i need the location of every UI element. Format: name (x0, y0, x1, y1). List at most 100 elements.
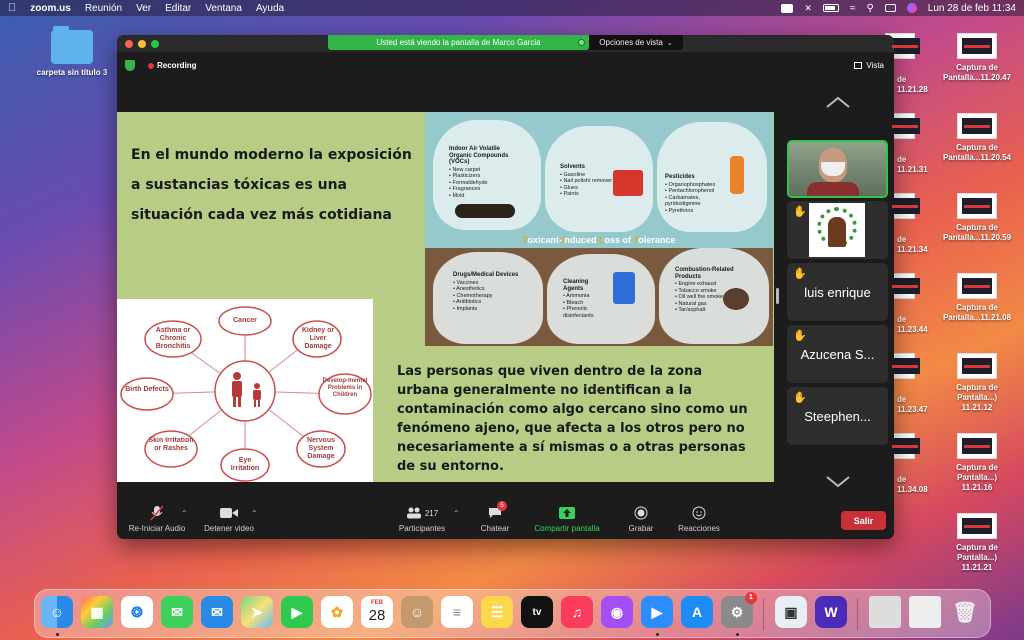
close-window-button[interactable] (125, 40, 133, 48)
chat-button[interactable]: 5 Chatear (475, 501, 515, 533)
scroll-down-arrow-icon[interactable] (825, 475, 851, 489)
participants-options-caret-icon[interactable]: ⌃ (453, 509, 460, 518)
recording-icon (148, 63, 154, 69)
menu-ver[interactable]: Ver (136, 3, 151, 14)
maximize-window-button[interactable] (151, 40, 159, 48)
participant-tile[interactable]: ✋ (787, 201, 888, 259)
partial-file-label: de 11.34.08 (897, 475, 928, 495)
desktop-screenshot-file[interactable]: Captura de Pantalla...) 11.21.21 (942, 513, 1012, 573)
music-icon[interactable]: ♫ (561, 596, 593, 628)
panel-resize-handle[interactable] (776, 288, 779, 304)
share-screen-label: Compartir pantalla (534, 524, 600, 533)
scroll-up-arrow-icon[interactable] (825, 95, 851, 109)
menu-ayuda[interactable]: Ayuda (256, 3, 284, 14)
preview-icon[interactable]: ▣ (775, 596, 807, 628)
title-part: nduced (564, 235, 599, 245)
bag-item: • Bleach (563, 299, 584, 306)
spotlight-search-icon[interactable]: ⚲ (866, 3, 873, 14)
bag-item: • Tar/asphalt (675, 307, 706, 313)
menu-ventana[interactable]: Ventana (205, 3, 242, 14)
battery-icon[interactable] (822, 4, 839, 12)
partial-line2: 11.23.47 (897, 405, 928, 414)
zoom-status-icon[interactable] (781, 3, 794, 13)
leave-meeting-button[interactable]: Salir (841, 511, 886, 530)
recording-label[interactable]: Recording (157, 61, 197, 70)
wifi-icon[interactable]: ≈ (850, 3, 856, 14)
facetime-icon[interactable]: ▶ (281, 596, 313, 628)
zoom-app-icon[interactable]: ▶ (641, 596, 673, 628)
desktop-screenshot-file[interactable]: Captura de Pantalla...11.20.54 (942, 113, 1012, 163)
audio-options-caret-icon[interactable]: ⌃ (181, 509, 188, 518)
desktop-screenshot-file[interactable]: Captura de Pantalla...11.20.59 (942, 193, 1012, 243)
view-options-button[interactable]: Opciones de vista ⌄ (589, 35, 683, 50)
launchpad-icon[interactable]: ▦ (81, 596, 113, 628)
desktop-screenshot-file[interactable]: Captura de Pantalla...) 11.21.12 (942, 353, 1012, 413)
calendar-month: FEB (371, 600, 383, 606)
bag-title: Solvents (560, 164, 586, 170)
apple-menu-icon[interactable]:  (8, 2, 16, 14)
partial-file-label: de 11.21.31 (897, 155, 928, 175)
menu-reunion[interactable]: Reunión (85, 3, 122, 14)
bag-item: • Anesthetics (453, 286, 485, 292)
webex-icon[interactable]: W (815, 596, 847, 628)
participant-tile[interactable]: ✋ luis enrique (787, 263, 888, 321)
chat-bubble-icon: 5 (475, 501, 515, 521)
bag-item: • Plasticizers (449, 173, 481, 179)
participant-tile[interactable]: ✋ Azucena S... (787, 325, 888, 383)
reactions-button[interactable]: Reacciones (673, 505, 725, 533)
bag-title: Drugs/Medical Devices (453, 272, 519, 278)
desktop-screenshot-file[interactable]: Captura de Pantalla...11.21.08 (942, 273, 1012, 323)
trash-icon[interactable]: 🗑 (949, 596, 981, 628)
participant-video-tile[interactable] (787, 140, 888, 198)
file-label-line1: Captura de (956, 143, 998, 152)
calendar-icon[interactable]: FEB 28 (361, 596, 393, 628)
participant-name: Steephen... (804, 409, 871, 424)
video-button[interactable]: Detener video (199, 505, 259, 533)
desktop-folder[interactable]: carpeta sin título 3 (30, 26, 114, 77)
file-label-line2: Pantalla...11.21.08 (942, 313, 1012, 322)
file-label-line1: Captura de (956, 303, 998, 312)
menu-app-name[interactable]: zoom.us (30, 3, 71, 14)
video-options-caret-icon[interactable]: ⌃ (251, 509, 258, 518)
app-store-icon[interactable]: A (681, 596, 713, 628)
node-birth-defects: Birth Defects (125, 386, 169, 393)
participant-shirt (807, 182, 859, 196)
podcasts-icon[interactable]: ◉ (601, 596, 633, 628)
partial-line2: 11.21.28 (897, 85, 928, 94)
siri-icon[interactable] (906, 3, 917, 13)
security-shield-icon[interactable] (125, 60, 135, 71)
apple-tv-icon[interactable]: tv (521, 596, 553, 628)
file-label-line1: Captura de (956, 463, 998, 472)
bag-text: Drugs/Medical Devices • Vaccines • Anest… (453, 272, 523, 312)
partial-line1: de (897, 315, 907, 324)
file-label-line2: Pantalla...11.20.59 (942, 233, 1012, 242)
bluetooth-off-icon[interactable]: ✕ (804, 3, 812, 14)
photos-icon[interactable]: ✿ (321, 596, 353, 628)
desktop-screenshot-file[interactable]: Captura de Pantalla...11.20.47 (942, 33, 1012, 83)
control-center-icon[interactable] (884, 4, 896, 12)
view-label: Vista (866, 61, 884, 70)
menu-editar[interactable]: Editar (165, 3, 191, 14)
system-preferences-icon[interactable]: ⚙ 1 (721, 592, 757, 628)
finder-icon[interactable]: ☺ (41, 596, 73, 628)
safari-icon[interactable]: ❂ (121, 596, 153, 628)
mail-icon[interactable]: ✉ (201, 596, 233, 628)
participants-button[interactable]: 217 Participantes (389, 505, 455, 533)
messages-icon[interactable]: ✉ (161, 596, 193, 628)
downloads-stack-icon[interactable] (869, 596, 901, 628)
health-effects-diagram: Cancer Kidney or Liver Damage Develop-me… (117, 299, 373, 482)
view-toggle-button[interactable]: Vista (854, 61, 884, 70)
desktop-screenshot-file[interactable]: Captura de Pantalla...) 11.21.16 (942, 433, 1012, 493)
menubar-datetime[interactable]: Lun 28 de feb 11:34 (928, 3, 1016, 14)
file-label-line1: Captura de (956, 543, 998, 552)
maps-icon[interactable]: ➤ (241, 596, 273, 628)
documents-stack-icon[interactable] (909, 596, 941, 628)
share-screen-button[interactable]: Compartir pantalla (527, 505, 607, 533)
participant-tile[interactable]: ✋ Steephen... (787, 387, 888, 445)
contacts-icon[interactable]: ☺ (401, 596, 433, 628)
reminders-icon[interactable]: ≡ (441, 596, 473, 628)
record-button[interactable]: Grabar (621, 505, 661, 533)
screenshot-thumbnail (957, 113, 997, 139)
minimize-window-button[interactable] (138, 40, 146, 48)
notes-icon[interactable]: ☰ (481, 596, 513, 628)
